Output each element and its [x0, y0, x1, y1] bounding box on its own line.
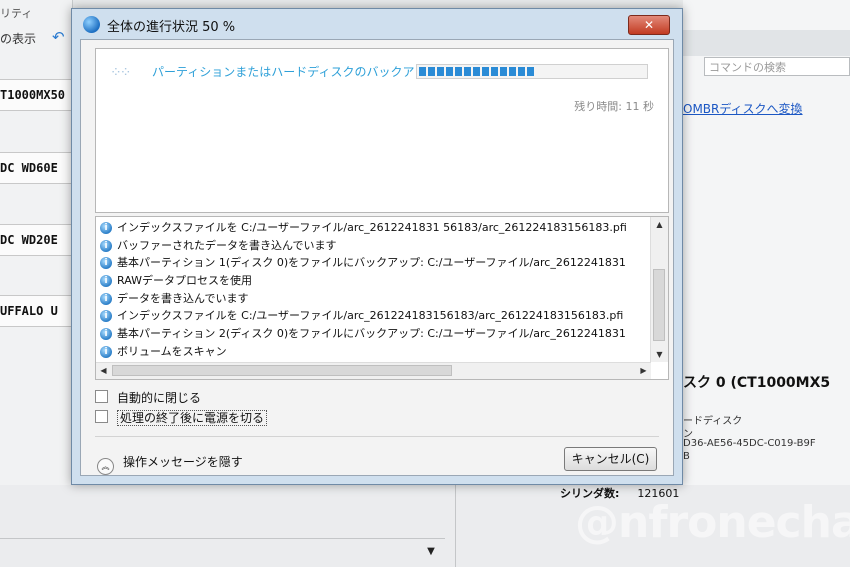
log-text: 基本パーティション 2(ディスク 0)をファイルにバックアップ: C:/ユーザー… — [117, 327, 626, 341]
close-button[interactable]: ✕ — [628, 15, 670, 35]
vertical-scrollbar[interactable]: ▲ ▼ — [650, 217, 668, 362]
auto-close-label: 自動的に閉じる — [117, 391, 202, 405]
dialog-client: ⁘⁘ パーティションまたはハードディスクのバックアップ 残り時間: 11 秒 i… — [80, 39, 674, 476]
convert-to-mbr-link[interactable]: ОMBRディスクへ変換 — [683, 100, 803, 117]
dialog-title: 全体の進行状況 50 % — [107, 20, 236, 35]
disk-prop: D36-AE56-45DC-C019-B9F — [683, 438, 816, 449]
operation-text: パーティションまたはハードディスクのバックアップ — [152, 65, 439, 79]
progress-dialog: 全体の進行状況 50 % ✕ ⁘⁘ パーティションまたはハードディスクのバックア… — [71, 8, 683, 485]
log-text: インデックスファイルを C:/ユーザーファイル/arc_261224183156… — [117, 309, 624, 323]
power-off-label: 処理の終了後に電源を切る — [117, 410, 268, 426]
scroll-up-icon[interactable]: ▲ — [651, 217, 668, 232]
utility-tab-fragment[interactable]: リティ — [0, 5, 32, 21]
log-row: i 基本パーティション 1(ディスク 0)をファイルにバックアップ: C:/ユーザ… — [96, 254, 646, 272]
progress-bar — [416, 64, 648, 79]
log-text: データを書き込んでいます — [117, 291, 249, 305]
info-icon: i — [100, 239, 112, 252]
log-row: i RAWデータプロセスを使用 — [96, 272, 646, 290]
disk-prop: B — [683, 451, 690, 462]
power-off-checkbox[interactable] — [95, 410, 108, 423]
disk-item[interactable]: DC WD20E — [0, 224, 72, 256]
disk-item[interactable]: T1000MX50 — [0, 79, 72, 111]
dialog-titlebar[interactable]: 全体の進行状況 50 % ✕ — [72, 9, 682, 39]
hide-messages-label: 操作メッセージを隠す — [123, 455, 243, 469]
chevron-down-icon[interactable]: ▼ — [420, 542, 442, 562]
scroll-left-icon[interactable]: ◀ — [96, 363, 111, 379]
log-row: i データを書き込んでいます — [96, 290, 646, 308]
spinner-icon: ⁘⁘ — [110, 65, 131, 81]
log-text: 基本パーティション 1(ディスク 0)をファイルにバックアップ: C:/ユーザー… — [117, 256, 626, 270]
bottom-separator — [455, 485, 456, 567]
left-disk-panel: リティ の表示 ↶ T1000MX50 DC WD60E DC WD20E UF… — [0, 0, 73, 567]
cancel-button[interactable]: キャンセル(C) — [564, 447, 657, 471]
progress-bar-fill — [419, 67, 534, 76]
log-row: i バッファーされたデータを書き込んでいます — [96, 237, 646, 255]
power-off-option[interactable]: 処理の終了後に電源を切る — [95, 409, 268, 426]
log-text: バッファーされたデータを書き込んでいます — [117, 238, 337, 252]
auto-close-checkbox[interactable] — [95, 390, 108, 403]
log-rows: i インデックスファイルを C:/ユーザーファイル/arc_2612241831 … — [96, 219, 646, 378]
info-icon: i — [100, 310, 112, 323]
log-text: RAWデータプロセスを使用 — [117, 274, 252, 288]
info-icon: i — [100, 345, 112, 358]
divider — [95, 436, 659, 437]
message-log[interactable]: i インデックスファイルを C:/ユーザーファイル/arc_2612241831 … — [95, 216, 669, 380]
info-icon: i — [100, 257, 112, 270]
hide-messages-toggle[interactable]: ︽ 操作メッセージを隠す — [97, 453, 243, 475]
watermark: @nfronechan — [575, 497, 850, 548]
log-row: i 基本パーティション 2(ディスク 0)をファイルにバックアップ: C:/ユーザ… — [96, 325, 646, 343]
undo-icon[interactable]: ↶ — [52, 28, 70, 46]
log-row: i インデックスファイルを C:/ユーザーファイル/arc_2612241831 … — [96, 219, 646, 237]
info-icon: i — [100, 275, 112, 288]
scroll-thumb[interactable] — [112, 365, 452, 376]
scroll-right-icon[interactable]: ▶ — [636, 363, 651, 379]
log-text: ボリュームをスキャン — [117, 344, 227, 358]
remaining-time: 残り時間: 11 秒 — [574, 100, 654, 113]
log-row: i インデックスファイルを C:/ユーザーファイル/arc_26122418315… — [96, 307, 646, 325]
command-search-input[interactable]: コマンドの検索 — [704, 57, 850, 76]
right-panel — [683, 0, 850, 567]
scroll-down-icon[interactable]: ▼ — [651, 347, 668, 362]
app-icon — [83, 16, 100, 33]
horizontal-scrollbar[interactable]: ◀ ▶ — [96, 362, 651, 379]
bottom-divider — [0, 538, 445, 539]
disk-item[interactable]: DC WD60E — [0, 152, 72, 184]
scroll-thumb[interactable] — [653, 269, 665, 341]
auto-close-option[interactable]: 自動的に閉じる — [95, 389, 201, 406]
info-icon: i — [100, 222, 112, 234]
status-panel: ⁘⁘ パーティションまたはハードディスクのバックアップ 残り時間: 11 秒 — [95, 48, 669, 213]
chevron-up-icon[interactable]: ︽ — [97, 458, 114, 475]
view-menu-fragment[interactable]: の表示 — [0, 30, 36, 47]
disk-info-title: スク 0 (CT1000MX5 — [683, 375, 831, 391]
info-icon: i — [100, 292, 112, 305]
right-panel-header — [683, 30, 850, 56]
info-icon: i — [100, 328, 112, 341]
disk-item[interactable]: UFFALO U — [0, 295, 72, 327]
log-text: インデックスファイルを C:/ユーザーファイル/arc_2612241831 5… — [117, 221, 627, 234]
log-row: i ボリュームをスキャン — [96, 343, 646, 361]
